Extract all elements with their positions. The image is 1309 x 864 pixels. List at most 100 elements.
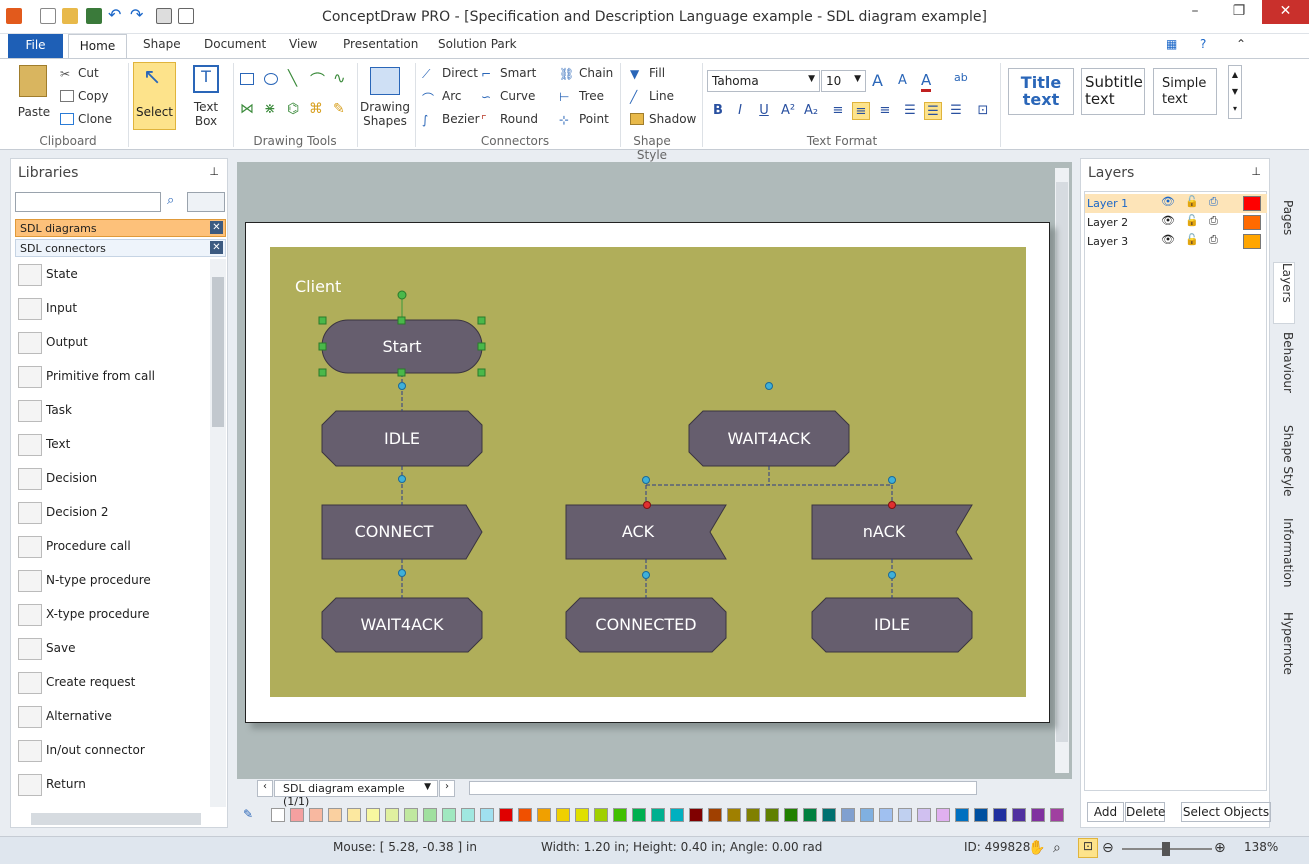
color-swatch[interactable] xyxy=(404,808,418,822)
color-swatch[interactable] xyxy=(1012,808,1026,822)
connection-point[interactable] xyxy=(398,475,406,483)
color-swatch[interactable] xyxy=(784,808,798,822)
selection-handle[interactable] xyxy=(477,368,486,377)
side-tab-information[interactable]: Information xyxy=(1273,518,1295,603)
connection-end-point[interactable] xyxy=(888,501,896,509)
rotation-handle[interactable] xyxy=(397,290,407,300)
color-swatch[interactable] xyxy=(290,808,304,822)
color-swatch[interactable] xyxy=(537,808,551,822)
color-swatch[interactable] xyxy=(442,808,456,822)
previous-page-button[interactable]: ‹ xyxy=(257,780,273,797)
mouse-position: Mouse: [ 5.28, -0.38 ] in xyxy=(333,840,477,854)
selection-handle[interactable] xyxy=(397,368,406,377)
color-swatch[interactable] xyxy=(765,808,779,822)
connection-point[interactable] xyxy=(398,569,406,577)
color-swatch[interactable] xyxy=(480,808,494,822)
color-swatch[interactable] xyxy=(670,808,684,822)
side-tab-pages[interactable]: Pages xyxy=(1273,200,1295,255)
color-swatch[interactable] xyxy=(328,808,342,822)
zoom-out-icon[interactable]: ⊖ xyxy=(1102,840,1114,856)
zoom-tool-icon[interactable]: ⌕ xyxy=(1053,840,1061,856)
zoom-slider-thumb[interactable] xyxy=(1162,842,1170,856)
color-swatch[interactable] xyxy=(632,808,646,822)
palette-options-icon[interactable]: ✎ xyxy=(243,807,253,821)
color-swatch[interactable] xyxy=(423,808,437,822)
color-swatch[interactable] xyxy=(708,808,722,822)
print-icon[interactable]: ⎙ xyxy=(1209,214,1218,228)
color-swatch[interactable] xyxy=(499,808,513,822)
color-swatch[interactable] xyxy=(746,808,760,822)
visibility-eye-icon[interactable]: 👁 xyxy=(1161,195,1175,208)
color-swatch[interactable] xyxy=(860,808,874,822)
color-swatch[interactable] xyxy=(879,808,893,822)
side-tab-hypernote[interactable]: Hypernote xyxy=(1273,612,1295,692)
next-page-button[interactable]: › xyxy=(439,780,455,797)
connection-point[interactable] xyxy=(398,382,406,390)
shape-label-wait4ack-right: WAIT4ACK xyxy=(727,429,811,448)
select-objects-button[interactable]: Select Objects xyxy=(1181,802,1271,822)
connection-point[interactable] xyxy=(642,476,650,484)
add-layer-button[interactable]: Add xyxy=(1087,802,1124,822)
layer-row[interactable]: Layer 3 👁 🔓 ⎙ xyxy=(1085,232,1267,251)
color-swatch[interactable] xyxy=(556,808,570,822)
lock-icon[interactable]: 🔓 xyxy=(1185,195,1199,208)
color-swatch[interactable] xyxy=(803,808,817,822)
layer-row[interactable]: Layer 2 👁 🔓 ⎙ xyxy=(1085,213,1267,232)
color-swatch[interactable] xyxy=(271,808,285,822)
connection-point[interactable] xyxy=(888,476,896,484)
layer-color-swatch[interactable] xyxy=(1243,234,1261,249)
color-swatch[interactable] xyxy=(613,808,627,822)
visibility-eye-icon[interactable]: 👁 xyxy=(1161,233,1175,246)
visibility-eye-icon[interactable]: 👁 xyxy=(1161,214,1175,227)
color-swatch[interactable] xyxy=(385,808,399,822)
lock-icon[interactable]: 🔓 xyxy=(1185,214,1199,227)
color-swatch[interactable] xyxy=(651,808,665,822)
delete-layer-button[interactable]: Delete xyxy=(1125,802,1165,822)
page-selector[interactable]: SDL diagram example (1/1) ▼ xyxy=(274,780,438,808)
layer-row[interactable]: Layer 1 👁 🔓 ⎙ xyxy=(1085,194,1267,213)
print-icon[interactable]: ⎙ xyxy=(1209,233,1218,247)
color-swatch[interactable] xyxy=(974,808,988,822)
color-swatch[interactable] xyxy=(689,808,703,822)
layer-color-swatch[interactable] xyxy=(1243,196,1261,211)
connection-end-point[interactable] xyxy=(643,501,651,509)
lock-icon[interactable]: 🔓 xyxy=(1185,233,1199,246)
side-tab-behaviour[interactable]: Behaviour xyxy=(1273,332,1295,417)
color-swatch[interactable] xyxy=(727,808,741,822)
selection-handle[interactable] xyxy=(397,316,406,325)
color-swatch[interactable] xyxy=(309,808,323,822)
color-swatch[interactable] xyxy=(936,808,950,822)
color-swatch[interactable] xyxy=(461,808,475,822)
selection-handle[interactable] xyxy=(477,316,486,325)
color-swatch[interactable] xyxy=(518,808,532,822)
color-swatch[interactable] xyxy=(1031,808,1045,822)
color-swatch[interactable] xyxy=(822,808,836,822)
zoom-in-icon[interactable]: ⊕ xyxy=(1214,840,1226,856)
canvas-hscrollbar[interactable] xyxy=(469,781,977,795)
color-swatch[interactable] xyxy=(917,808,931,822)
shape-label-idle: IDLE xyxy=(383,429,421,448)
connection-point[interactable] xyxy=(888,571,896,579)
connection-point[interactable] xyxy=(642,571,650,579)
color-swatch[interactable] xyxy=(993,808,1007,822)
hand-tool-icon[interactable]: ✋ xyxy=(1028,840,1045,856)
connection-point[interactable] xyxy=(765,382,773,390)
selection-handle[interactable] xyxy=(318,316,327,325)
color-swatch[interactable] xyxy=(841,808,855,822)
shape-label-start: Start xyxy=(382,337,422,356)
selection-handle[interactable] xyxy=(318,368,327,377)
color-swatch[interactable] xyxy=(347,808,361,822)
side-tab-layers[interactable]: Layers xyxy=(1273,262,1295,324)
color-swatch[interactable] xyxy=(366,808,380,822)
chevron-down-icon: ▼ xyxy=(424,782,431,792)
print-icon[interactable]: ⎙ xyxy=(1209,195,1218,209)
color-swatch[interactable] xyxy=(898,808,912,822)
color-swatch[interactable] xyxy=(575,808,589,822)
fit-page-icon[interactable]: ⊡ xyxy=(1078,838,1098,858)
color-swatch[interactable] xyxy=(1050,808,1064,822)
side-tab-shape-style[interactable]: Shape Style xyxy=(1273,425,1295,510)
color-swatch[interactable] xyxy=(955,808,969,822)
layer-color-swatch[interactable] xyxy=(1243,215,1261,230)
pin-icon[interactable]: ⊥ xyxy=(1251,165,1261,178)
color-swatch[interactable] xyxy=(594,808,608,822)
